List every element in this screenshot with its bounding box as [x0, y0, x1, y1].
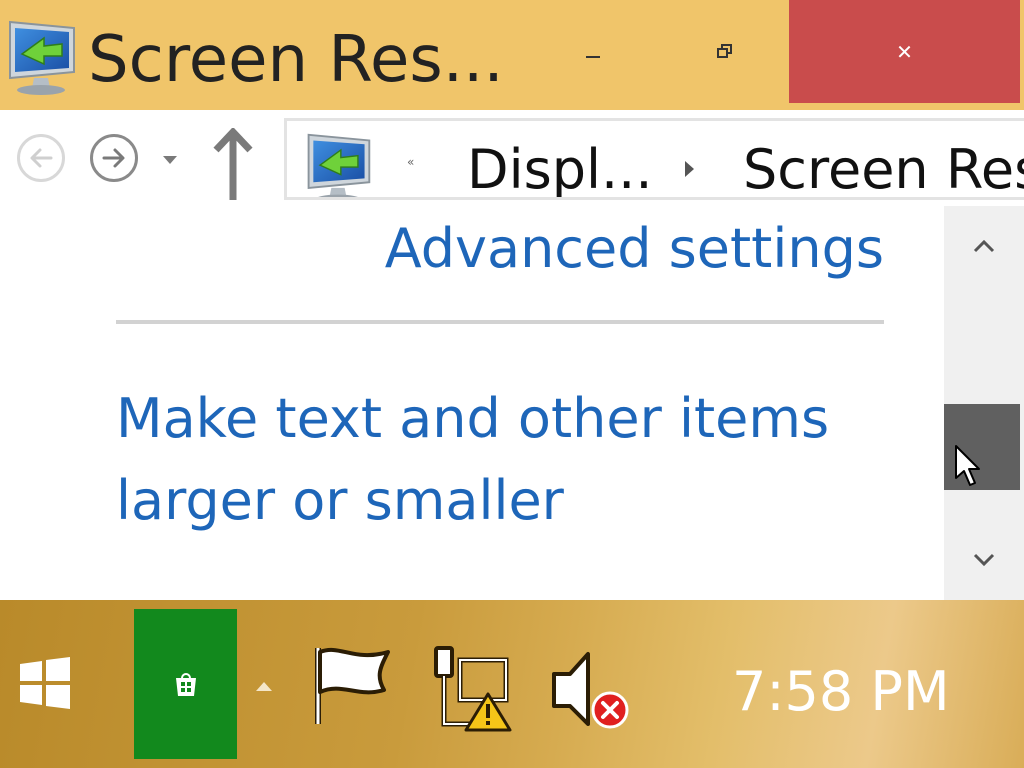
minimize-button[interactable]	[548, 0, 638, 103]
breadcrumb-overflow-button[interactable]: «	[407, 155, 414, 169]
taskbar: 7:58 PM	[0, 600, 1024, 768]
close-button[interactable]: ✕	[789, 0, 1020, 103]
breadcrumb-screen-resolution[interactable]: Screen Res	[743, 137, 1024, 197]
arrow-left-icon	[30, 148, 53, 168]
shopping-bag-store-icon	[175, 673, 196, 696]
minimize-icon	[586, 55, 600, 58]
taskbar-clock[interactable]: 7:58 PM	[732, 658, 950, 726]
vertical-scrollbar[interactable]	[944, 206, 1024, 600]
title-bar[interactable]: Screen Res... ✕	[0, 0, 1024, 110]
breadcrumb-display[interactable]: Displ...	[467, 137, 653, 197]
scroll-down-button[interactable]	[944, 520, 1024, 600]
windows-start-icon[interactable]	[18, 656, 72, 710]
restore-icon	[717, 43, 733, 60]
chevron-down-icon	[973, 553, 995, 567]
display-monitor-icon[interactable]	[4, 18, 78, 96]
restore-button[interactable]	[680, 0, 770, 103]
network-warning-icon[interactable]	[430, 644, 516, 732]
divider	[116, 320, 884, 324]
up-arrow-icon[interactable]	[208, 128, 258, 204]
breadcrumb-separator-icon[interactable]	[685, 161, 694, 177]
address-bar[interactable]: « Displ... Screen Res	[284, 118, 1024, 200]
action-center-flag-icon[interactable]	[310, 644, 394, 728]
show-hidden-icons-icon[interactable]	[255, 680, 273, 692]
window-title: Screen Res...	[88, 23, 504, 97]
chevron-up-icon	[973, 239, 995, 253]
volume-muted-icon[interactable]	[548, 648, 634, 734]
back-button[interactable]	[17, 134, 65, 182]
recent-locations-dropdown-icon[interactable]	[160, 150, 180, 170]
content-pane: Advanced settings Make text and other it…	[0, 206, 944, 600]
display-monitor-icon	[307, 133, 371, 197]
arrow-right-icon	[102, 148, 125, 168]
navigation-bar: « Displ... Screen Res	[0, 110, 1024, 206]
store-app-button[interactable]	[134, 609, 237, 759]
scroll-up-button[interactable]	[944, 206, 1024, 286]
mouse-pointer-icon	[955, 445, 980, 486]
advanced-settings-link[interactable]: Advanced settings	[385, 214, 884, 284]
make-text-larger-link[interactable]: Make text and other items larger or smal…	[116, 378, 876, 542]
forward-button[interactable]	[90, 134, 138, 182]
close-icon: ✕	[896, 39, 913, 64]
